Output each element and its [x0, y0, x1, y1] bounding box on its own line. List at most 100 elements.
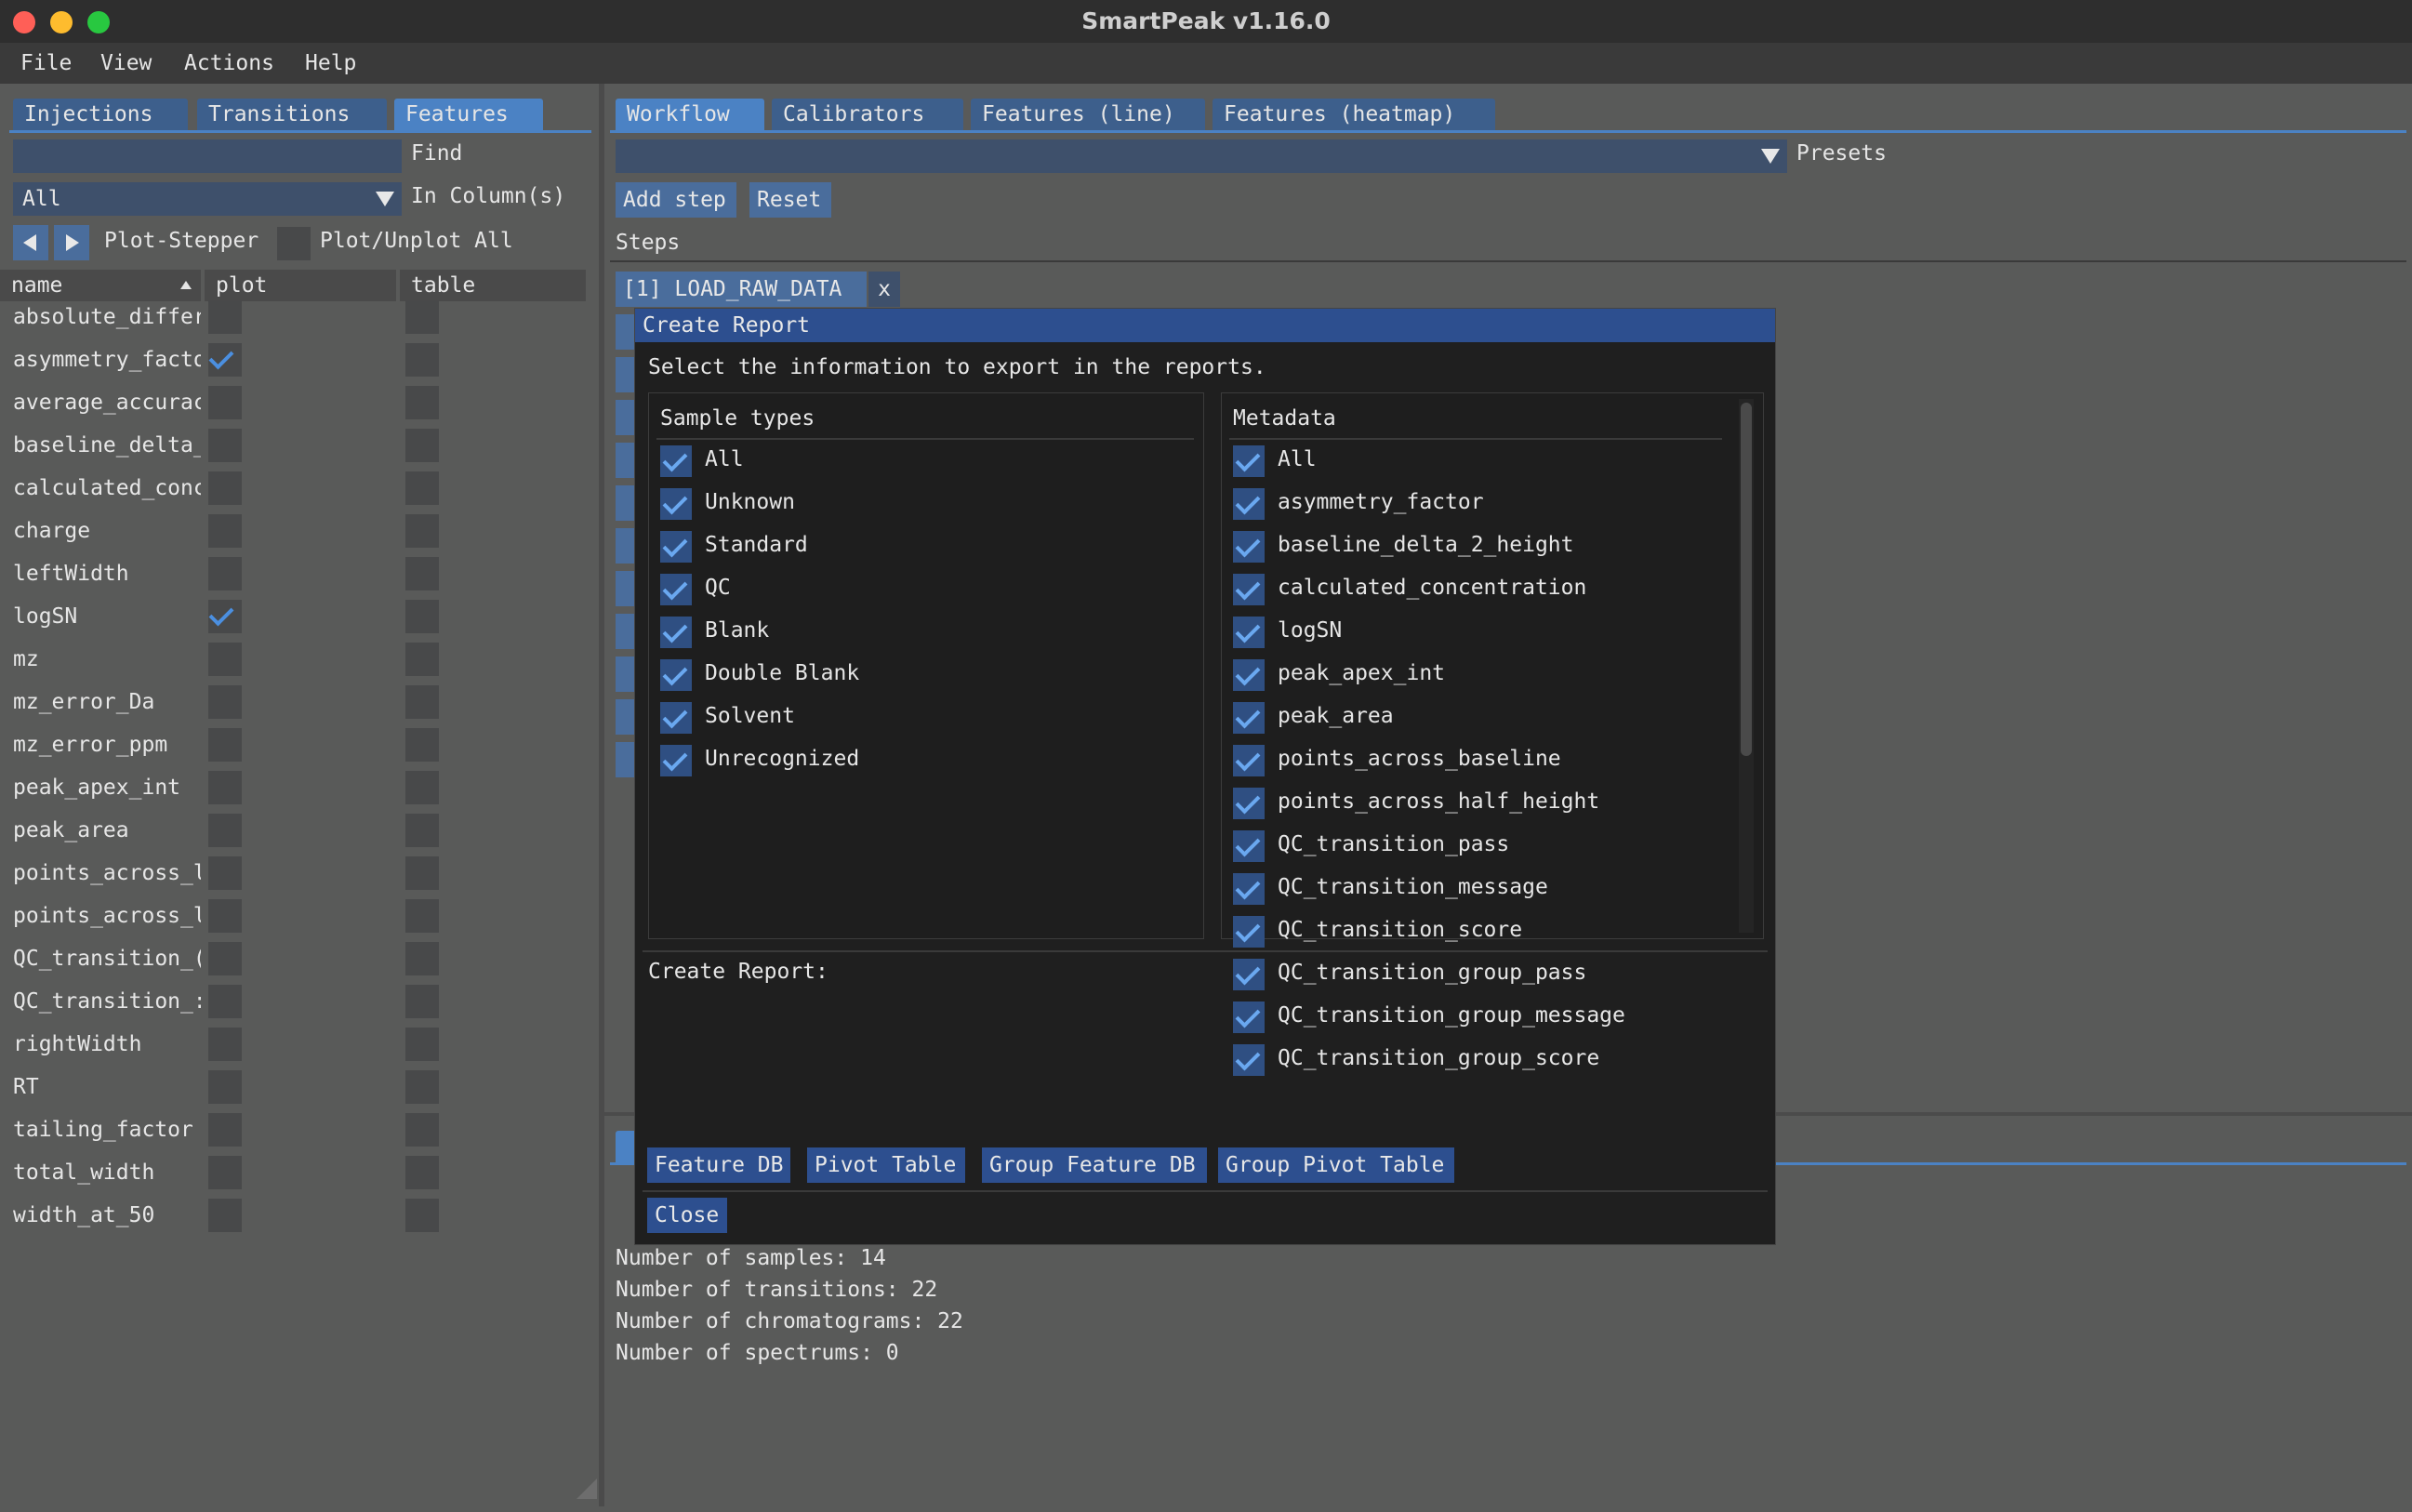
- table-checkbox[interactable]: [405, 985, 439, 1018]
- table-row[interactable]: rightWidth: [0, 1023, 595, 1066]
- plot-checkbox[interactable]: [208, 1156, 242, 1189]
- table-checkbox[interactable]: [405, 343, 439, 377]
- pivot-table-button[interactable]: Pivot Table: [807, 1147, 965, 1183]
- table-checkbox[interactable]: [405, 643, 439, 676]
- table-checkbox[interactable]: [405, 1156, 439, 1189]
- step-item[interactable]: [616, 614, 634, 649]
- plot-checkbox[interactable]: [208, 942, 242, 975]
- step-item[interactable]: [616, 528, 634, 564]
- reset-button[interactable]: Reset: [749, 182, 831, 218]
- metadata-checkbox[interactable]: [1233, 830, 1265, 862]
- plot-checkbox[interactable]: [208, 343, 242, 377]
- metadata-checkbox[interactable]: [1233, 916, 1265, 948]
- table-checkbox[interactable]: [405, 899, 439, 933]
- table-row[interactable]: mz_error_Da: [0, 681, 595, 723]
- table-checkbox[interactable]: [405, 300, 439, 334]
- sample-type-checkbox[interactable]: [660, 617, 692, 648]
- plot-checkbox[interactable]: [208, 1199, 242, 1232]
- metadata-checkbox[interactable]: [1233, 1001, 1265, 1033]
- sample-type-checkbox[interactable]: [660, 702, 692, 734]
- prev-plot-button[interactable]: [13, 225, 48, 260]
- table-row[interactable]: baseline_delta_: [0, 424, 595, 467]
- plot-checkbox[interactable]: [208, 386, 242, 419]
- plot-checkbox[interactable]: [208, 899, 242, 933]
- plot-checkbox[interactable]: [208, 728, 242, 762]
- table-checkbox[interactable]: [405, 1199, 439, 1232]
- scrollbar-thumb[interactable]: [1741, 403, 1752, 756]
- step-item[interactable]: [616, 485, 634, 521]
- plot-checkbox[interactable]: [208, 685, 242, 719]
- plot-checkbox[interactable]: [208, 557, 242, 590]
- plot-checkbox[interactable]: [208, 814, 242, 847]
- plot-checkbox[interactable]: [208, 643, 242, 676]
- next-plot-button[interactable]: [54, 225, 89, 260]
- group-pivot-table-button[interactable]: Group Pivot Table: [1218, 1147, 1454, 1183]
- menu-actions[interactable]: Actions: [184, 43, 274, 84]
- metadata-checkbox[interactable]: [1233, 1044, 1265, 1076]
- find-input[interactable]: [13, 139, 402, 173]
- sample-type-checkbox[interactable]: [660, 574, 692, 605]
- tab-features-heatmap[interactable]: Features (heatmap): [1213, 99, 1495, 130]
- table-checkbox[interactable]: [405, 942, 439, 975]
- table-checkbox[interactable]: [405, 1113, 439, 1147]
- table-checkbox[interactable]: [405, 429, 439, 462]
- sample-type-checkbox[interactable]: [660, 531, 692, 563]
- plot-checkbox[interactable]: [208, 1070, 242, 1104]
- tab-features-line[interactable]: Features (line): [971, 99, 1205, 130]
- table-checkbox[interactable]: [405, 728, 439, 762]
- plot-checkbox[interactable]: [208, 471, 242, 505]
- step-item[interactable]: [616, 400, 634, 435]
- table-row[interactable]: average_accurac: [0, 381, 595, 424]
- tab-workflow[interactable]: Workflow: [616, 99, 764, 130]
- plot-checkbox[interactable]: [208, 514, 242, 548]
- metadata-checkbox[interactable]: [1233, 788, 1265, 819]
- plot-checkbox[interactable]: [208, 1028, 242, 1061]
- table-row[interactable]: peak_area: [0, 809, 595, 852]
- plot-checkbox[interactable]: [208, 771, 242, 804]
- plot-checkbox[interactable]: [208, 985, 242, 1018]
- table-row[interactable]: QC_transition_:: [0, 980, 595, 1023]
- metadata-checkbox[interactable]: [1233, 702, 1265, 734]
- tab-injections[interactable]: Injections: [13, 99, 188, 130]
- plot-checkbox[interactable]: [208, 300, 242, 334]
- table-checkbox[interactable]: [405, 685, 439, 719]
- menu-file[interactable]: File: [20, 43, 72, 84]
- table-row[interactable]: leftWidth: [0, 552, 595, 595]
- tab-transitions[interactable]: Transitions: [197, 99, 387, 130]
- step-load-raw-data[interactable]: [1] LOAD_RAW_DATA: [616, 272, 867, 307]
- table-checkbox[interactable]: [405, 1070, 439, 1104]
- metadata-checkbox[interactable]: [1233, 531, 1265, 563]
- table-checkbox[interactable]: [405, 600, 439, 633]
- plot-checkbox[interactable]: [208, 429, 242, 462]
- metadata-checkbox[interactable]: [1233, 617, 1265, 648]
- table-row[interactable]: logSN: [0, 595, 595, 638]
- table-checkbox[interactable]: [405, 1028, 439, 1061]
- table-row[interactable]: absolute_differ: [0, 296, 595, 338]
- metadata-scrollbar[interactable]: [1739, 399, 1754, 933]
- table-checkbox[interactable]: [405, 557, 439, 590]
- step-item[interactable]: [616, 443, 634, 478]
- plot-unplot-all-checkbox[interactable]: [277, 227, 311, 260]
- metadata-checkbox[interactable]: [1233, 873, 1265, 905]
- table-checkbox[interactable]: [405, 856, 439, 890]
- table-row[interactable]: total_width: [0, 1151, 595, 1194]
- plot-checkbox[interactable]: [208, 856, 242, 890]
- feature-db-button[interactable]: Feature DB: [647, 1147, 790, 1183]
- table-row[interactable]: peak_apex_int: [0, 766, 595, 809]
- metadata-checkbox[interactable]: [1233, 659, 1265, 691]
- tab-features[interactable]: Features: [394, 99, 543, 130]
- metadata-checkbox[interactable]: [1233, 574, 1265, 605]
- table-checkbox[interactable]: [405, 771, 439, 804]
- sample-type-checkbox[interactable]: [660, 445, 692, 477]
- metadata-checkbox[interactable]: [1233, 445, 1265, 477]
- table-row[interactable]: width_at_50: [0, 1194, 595, 1237]
- close-dialog-button[interactable]: Close: [647, 1198, 727, 1233]
- table-row[interactable]: asymmetry_facto: [0, 338, 595, 381]
- remove-step-button[interactable]: x: [868, 272, 900, 307]
- sample-type-checkbox[interactable]: [660, 745, 692, 776]
- resize-grip-icon[interactable]: [576, 1479, 597, 1499]
- metadata-checkbox[interactable]: [1233, 959, 1265, 990]
- step-item[interactable]: [616, 571, 634, 606]
- add-step-button[interactable]: Add step: [616, 182, 736, 218]
- step-item[interactable]: [616, 657, 634, 692]
